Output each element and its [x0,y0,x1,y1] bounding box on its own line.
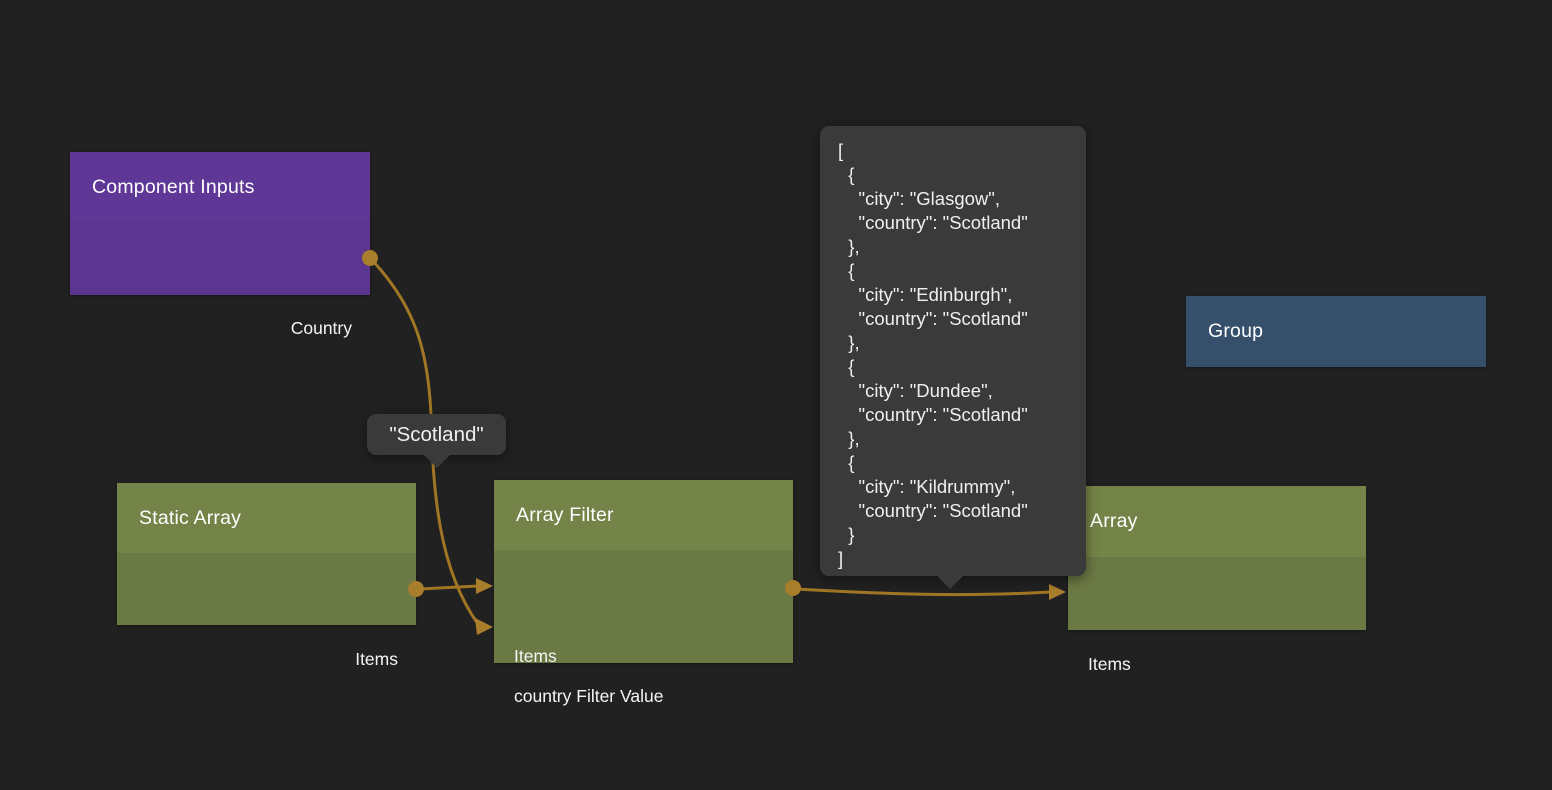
json-preview-tooltip: [ { "city": "Glasgow", "country": "Scotl… [820,126,1086,576]
node-component-inputs-body: Country [70,222,370,295]
port-static-array-items-output[interactable]: Items [355,647,398,671]
node-static-array[interactable]: Static Array Items [117,483,416,625]
port-array-items-input[interactable]: Items [1088,652,1131,676]
node-array-filter-body: Items country Filter Value [494,550,793,663]
wire-static-array-to-array-filter[interactable] [420,586,478,589]
json-preview-text: [ { "city": "Glasgow", "country": "Scotl… [838,139,1086,571]
node-array-filter-title: Array Filter [494,480,793,550]
node-component-inputs[interactable]: Component Inputs Country [70,152,370,295]
node-array-title: Array [1068,486,1366,557]
port-array-filter-items-input[interactable]: Items [514,644,557,668]
wire-value-tooltip: "Scotland" [367,414,506,455]
node-array-body: Items [1068,557,1366,630]
node-component-inputs-title: Component Inputs [70,152,370,222]
tooltip-caret-down-icon [423,454,451,468]
port-country-output[interactable]: Country [291,316,352,340]
port-array-filter-country-filter-value-input[interactable]: country Filter Value [514,684,663,708]
arrowhead-array-items-input [1049,584,1066,600]
node-static-array-title: Static Array [117,483,416,553]
tooltip-caret-down-icon [936,575,964,589]
node-group[interactable]: Group [1186,296,1486,367]
wire-value-text: "Scotland" [389,423,483,447]
node-group-title: Group [1186,296,1486,367]
node-static-array-body: Items [117,553,416,625]
connections-layer [0,0,1552,790]
node-array-filter[interactable]: Array Filter Items country Filter Value [494,480,793,663]
wire-array-filter-to-array[interactable] [797,589,1050,595]
arrowhead-country-filter-value-input [475,618,493,635]
arrowhead-array-filter-items-input [476,578,493,594]
node-editor-canvas[interactable]: Component Inputs Country Static Array It… [0,0,1552,790]
node-array[interactable]: Array Items [1068,486,1366,630]
